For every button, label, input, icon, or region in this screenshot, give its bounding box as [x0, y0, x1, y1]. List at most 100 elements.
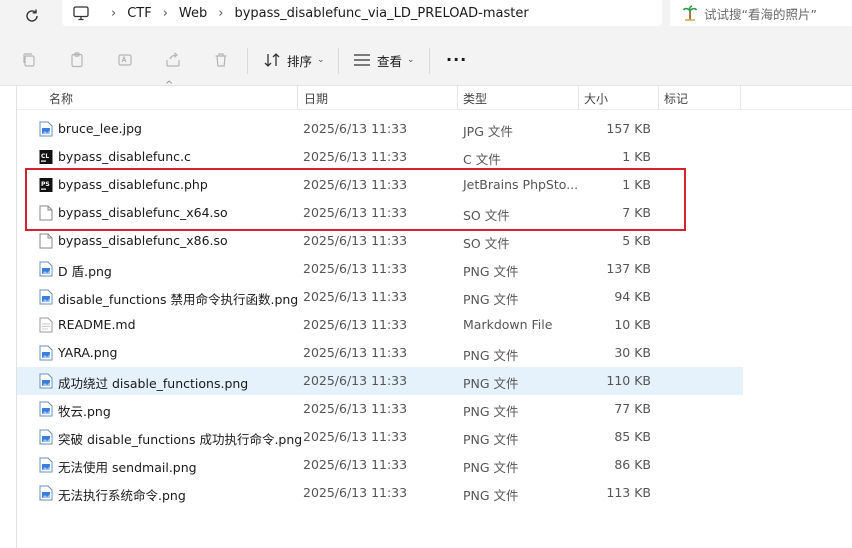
refresh-icon[interactable] [22, 6, 42, 26]
file-name[interactable]: 牧云.png [58, 401, 111, 420]
image-file-icon [39, 373, 53, 389]
highlight-box [25, 168, 686, 231]
file-type: PNG 文件 [463, 460, 519, 475]
share-icon[interactable] [164, 51, 182, 69]
file-row[interactable]: 牧云.png 2025/6/13 11:33 PNG 文件 77 KB [17, 395, 743, 423]
file-type: PNG 文件 [463, 376, 519, 391]
breadcrumb-item-folder[interactable]: bypass_disablefunc_via_LD_PRELOAD-master [234, 6, 528, 21]
file-size: 94 KB [614, 289, 651, 304]
chevron-right-icon[interactable]: › [163, 6, 168, 21]
breadcrumb[interactable]: › CTF › Web › bypass_disablefunc_via_LD_… [62, 0, 662, 26]
file-type: Markdown File [463, 317, 553, 332]
file-row[interactable]: README.md 2025/6/13 11:33 Markdown File 10 … [17, 311, 743, 339]
file-name[interactable]: 无法使用 sendmail.png [58, 457, 197, 476]
palm-tree-icon [682, 5, 698, 21]
file-list-pane: ^ 名称 日期 类型 大小 标记 bruce_lee.jpg 2025/6/13 … [16, 80, 852, 548]
image-file-icon [39, 121, 53, 137]
address-bar-row: › CTF › Web › bypass_disablefunc_via_LD_… [0, 0, 852, 34]
image-file-icon [39, 261, 53, 277]
file-row[interactable]: CL bypass_disablefunc.c 2025/6/13 11:33 C 文… [17, 143, 743, 171]
blank-file-icon [39, 233, 53, 249]
file-type: SO 文件 [463, 236, 510, 251]
file-name[interactable]: 突破 disable_functions 成功执行命令.png [58, 429, 302, 448]
column-size[interactable]: 大小 [584, 90, 608, 107]
file-date: 2025/6/13 11:33 [303, 317, 408, 332]
column-header-row: ^ 名称 日期 类型 大小 标记 [17, 80, 852, 110]
more-options-button[interactable]: ··· [446, 50, 467, 69]
column-type[interactable]: 类型 [463, 90, 487, 107]
trash-icon[interactable] [212, 51, 230, 69]
chevron-right-icon[interactable]: › [218, 6, 223, 21]
markdown-file-icon [39, 317, 53, 333]
file-type: PNG 文件 [463, 432, 519, 447]
image-file-icon [39, 457, 53, 473]
file-date: 2025/6/13 11:33 [303, 401, 408, 416]
file-date: 2025/6/13 11:33 [303, 429, 408, 444]
file-type: PNG 文件 [463, 292, 519, 307]
file-name[interactable]: README.md [58, 317, 136, 332]
sort-caret-icon: ^ [165, 80, 174, 91]
file-row[interactable]: bruce_lee.jpg 2025/6/13 11:33 JPG 文件 157 KB [17, 115, 743, 143]
column-name[interactable]: 名称 [49, 90, 73, 107]
file-type: JPG 文件 [463, 124, 513, 139]
file-date: 2025/6/13 11:33 [303, 289, 408, 304]
image-file-icon [39, 485, 53, 501]
file-size: 85 KB [614, 429, 651, 444]
file-date: 2025/6/13 11:33 [303, 457, 408, 472]
file-date: 2025/6/13 11:33 [303, 121, 408, 136]
column-divider[interactable] [297, 86, 298, 110]
view-label: 查看 [377, 53, 403, 69]
toolbar-divider [247, 48, 248, 74]
breadcrumb-item-web[interactable]: Web [179, 6, 207, 21]
file-type: C 文件 [463, 152, 501, 167]
file-size: 137 KB [606, 261, 651, 276]
column-divider[interactable] [578, 86, 579, 110]
file-date: 2025/6/13 11:33 [303, 373, 408, 388]
file-row[interactable]: YARA.png 2025/6/13 11:33 PNG 文件 30 KB [17, 339, 743, 367]
file-row[interactable]: D 盾.png 2025/6/13 11:33 PNG 文件 137 KB [17, 255, 743, 283]
column-tag[interactable]: 标记 [664, 90, 688, 107]
search-box[interactable]: 试试搜“看海的照片” [670, 0, 852, 26]
chevron-right-icon[interactable]: › [111, 6, 116, 21]
file-size: 86 KB [614, 457, 651, 472]
file-date: 2025/6/13 11:33 [303, 261, 408, 276]
file-name[interactable]: 无法执行系统命令.png [58, 485, 186, 504]
sort-button[interactable]: 排序 ⌄ [264, 49, 325, 71]
toolbar-divider [429, 48, 430, 74]
toolbar-divider [338, 48, 339, 74]
breadcrumb-item-ctf[interactable]: CTF [127, 6, 152, 21]
paste-icon[interactable] [68, 51, 86, 69]
copy-icon[interactable] [20, 51, 38, 69]
chevron-down-icon: ⌄ [317, 55, 325, 65]
file-row[interactable]: 突破 disable_functions 成功执行命令.png 2025/6/13… [17, 423, 743, 451]
file-name[interactable]: 成功绕过 disable_functions.png [58, 373, 248, 392]
file-size: 5 KB [622, 233, 651, 248]
file-name[interactable]: YARA.png [58, 345, 118, 360]
file-row[interactable]: disable_functions 禁用命令执行函数.png 2025/6/13 … [17, 283, 743, 311]
file-date: 2025/6/13 11:33 [303, 485, 408, 500]
file-row[interactable]: 成功绕过 disable_functions.png 2025/6/13 11:3… [17, 367, 743, 395]
sort-label: 排序 [287, 53, 313, 69]
file-size: 113 KB [606, 485, 651, 500]
file-row[interactable]: 无法执行系统命令.png 2025/6/13 11:33 PNG 文件 113 KB [17, 479, 743, 507]
rename-icon[interactable] [116, 51, 134, 69]
search-placeholder[interactable]: 试试搜“看海的照片” [704, 4, 817, 23]
column-date[interactable]: 日期 [304, 90, 328, 107]
monitor-icon[interactable] [72, 4, 90, 22]
file-row[interactable]: bypass_disablefunc_x86.so 2025/6/13 11:33… [17, 227, 743, 255]
column-divider[interactable] [658, 86, 659, 110]
file-type: PNG 文件 [463, 348, 519, 363]
file-row[interactable]: 无法使用 sendmail.png 2025/6/13 11:33 PNG 文件 86… [17, 451, 743, 479]
file-name[interactable]: disable_functions 禁用命令执行函数.png [58, 289, 298, 308]
file-name[interactable]: D 盾.png [58, 261, 112, 280]
file-size: 110 KB [606, 373, 651, 388]
column-divider[interactable] [740, 86, 741, 110]
file-name[interactable]: bypass_disablefunc.c [58, 149, 191, 164]
file-size: 157 KB [606, 121, 651, 136]
file-name[interactable]: bruce_lee.jpg [58, 121, 142, 136]
view-button[interactable]: 查看 ⌄ [353, 49, 415, 71]
image-file-icon [39, 401, 53, 417]
file-name[interactable]: bypass_disablefunc_x86.so [58, 233, 228, 248]
column-divider[interactable] [457, 86, 458, 110]
command-bar: 排序 ⌄ 查看 ⌄ ··· [0, 34, 852, 86]
